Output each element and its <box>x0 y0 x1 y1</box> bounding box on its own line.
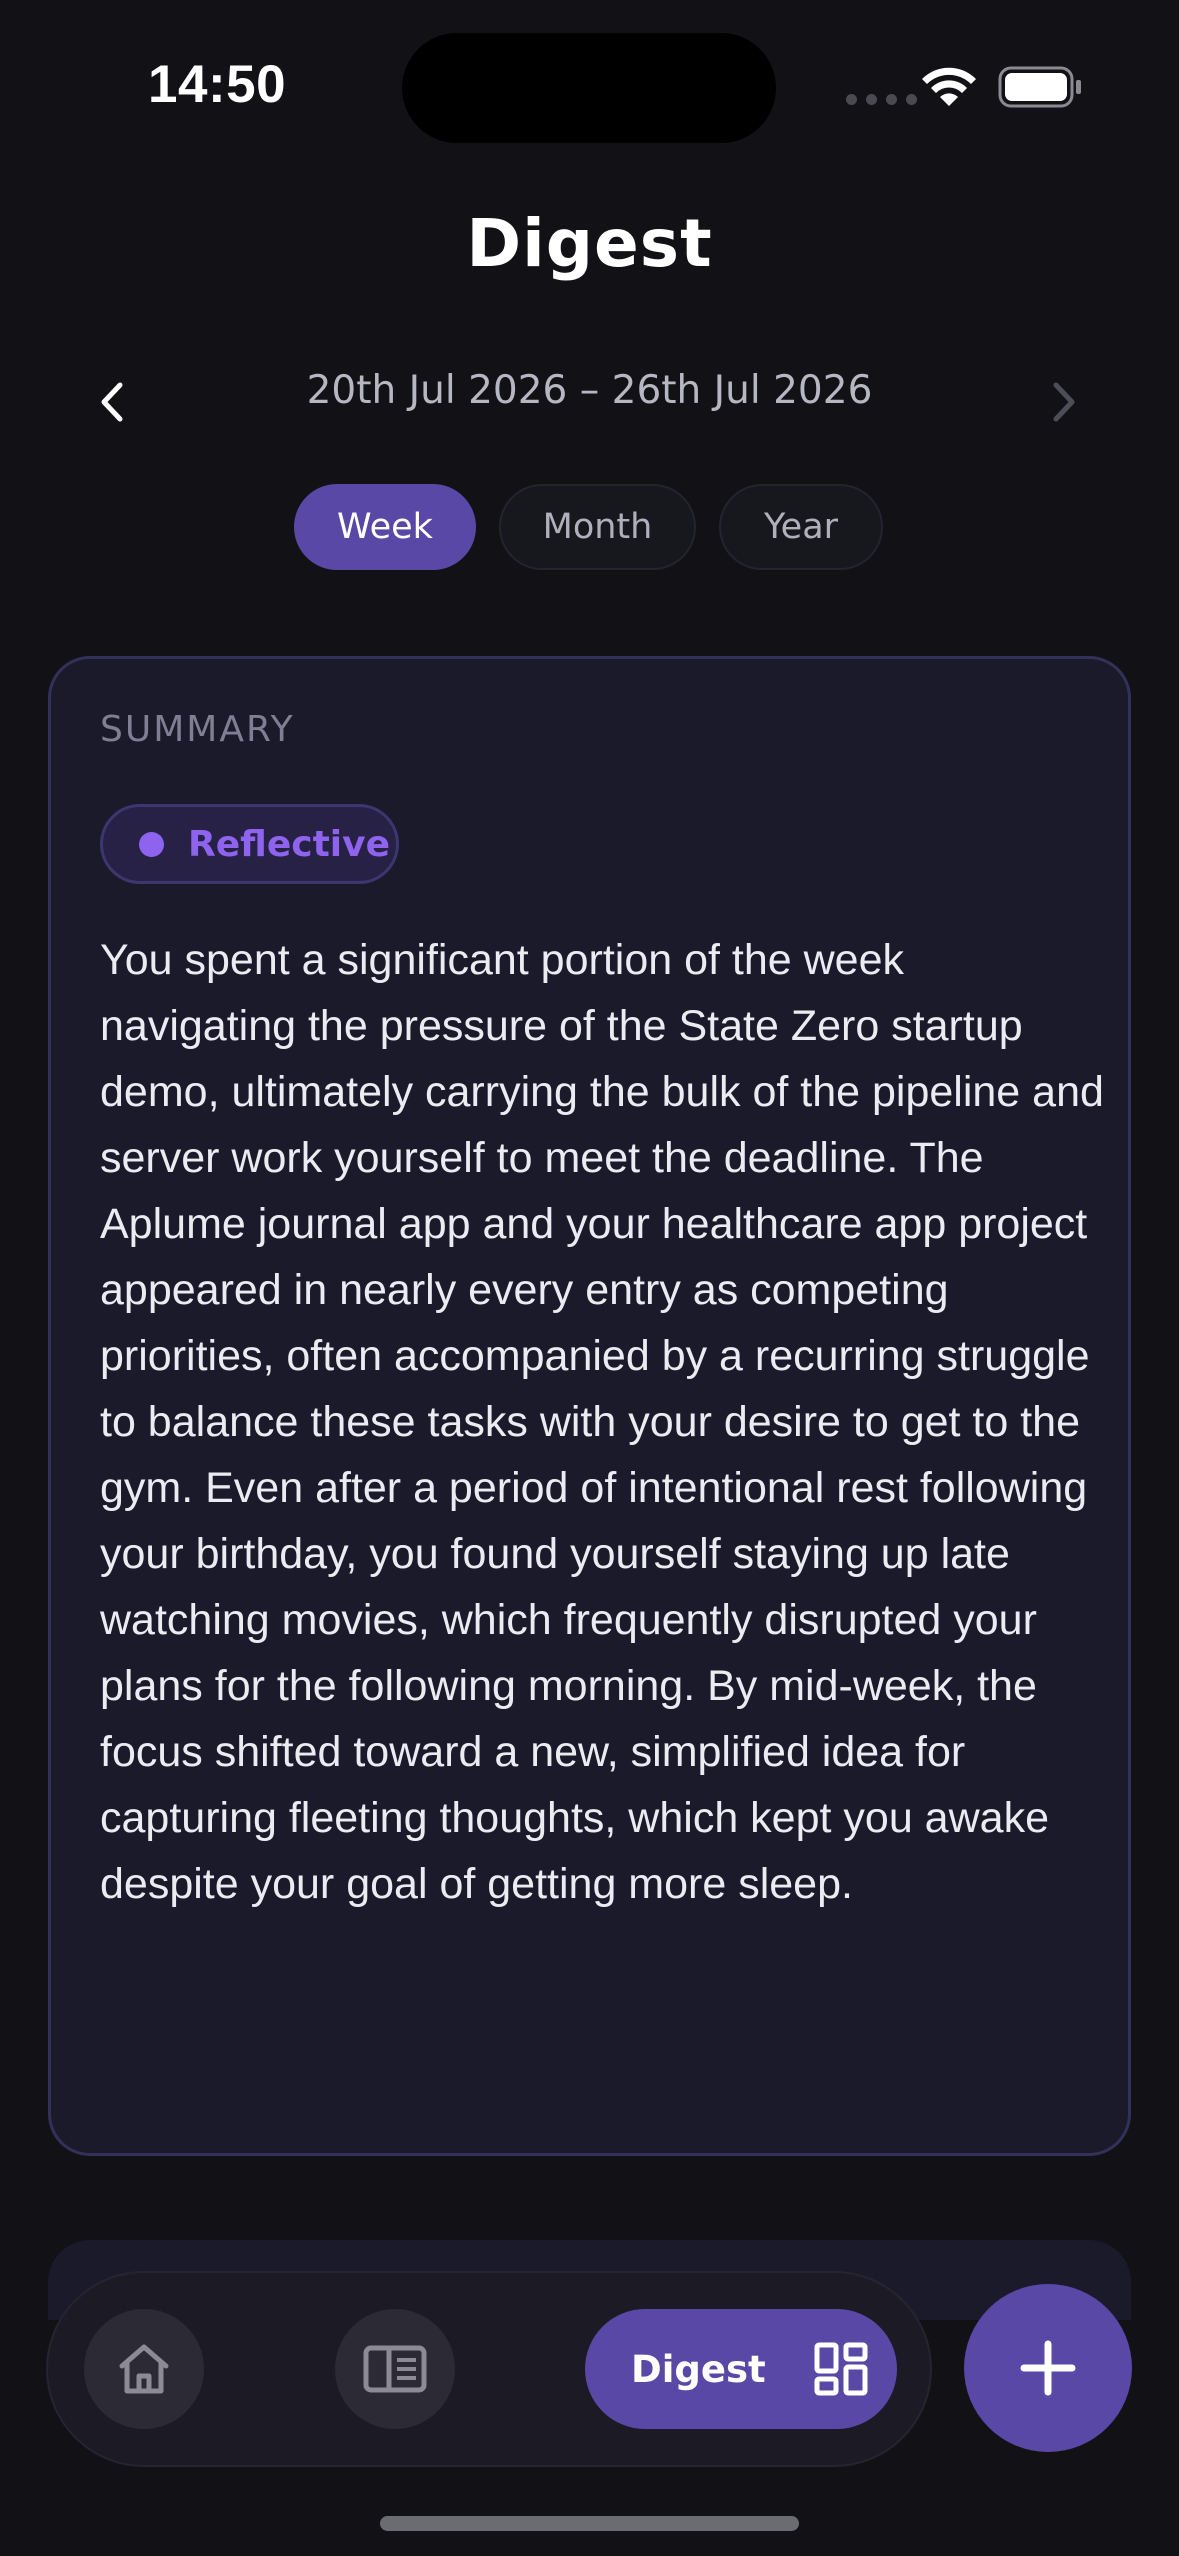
page-title: Digest <box>466 205 713 282</box>
digest-screen: 14:50 Digest 20th Jul 2026 – 26th Jul 20… <box>0 0 1179 2556</box>
summary-text: You spent a significant portion of the w… <box>100 936 1104 1908</box>
battery-icon <box>998 66 1081 108</box>
add-entry-button[interactable] <box>964 2284 1132 2452</box>
mood-label: Reflective <box>188 823 391 865</box>
date-range-label: 20th Jul 2026 – 26th Jul 2026 <box>306 368 873 413</box>
tab-month[interactable]: Month <box>499 484 696 570</box>
next-period-button[interactable] <box>1034 372 1094 432</box>
summary-heading: SUMMARY <box>100 709 295 750</box>
period-tabs: Week Month Year <box>294 484 883 570</box>
summary-card: SUMMARY Reflective You spent a significa… <box>48 656 1131 2156</box>
status-time: 14:50 <box>148 55 287 114</box>
home-indicator[interactable] <box>380 2516 799 2531</box>
home-icon <box>119 2344 169 2394</box>
mood-badge: Reflective <box>100 804 399 884</box>
journal-tab-button[interactable] <box>335 2309 455 2429</box>
wifi-icon <box>922 67 976 106</box>
digest-tab-label: Digest <box>631 2347 766 2391</box>
signal-dots-icon <box>846 94 917 105</box>
dynamic-island <box>402 33 776 143</box>
tab-year[interactable]: Year <box>719 484 883 570</box>
dashboard-grid-icon <box>814 2342 868 2396</box>
digest-tab-button[interactable]: Digest <box>585 2309 897 2429</box>
home-tab-button[interactable] <box>84 2309 204 2429</box>
plus-icon <box>1020 2340 1076 2396</box>
tab-week[interactable]: Week <box>294 484 476 570</box>
journal-book-icon <box>363 2345 427 2393</box>
mood-dot-icon <box>139 831 164 857</box>
chevron-right-icon <box>1053 382 1075 422</box>
